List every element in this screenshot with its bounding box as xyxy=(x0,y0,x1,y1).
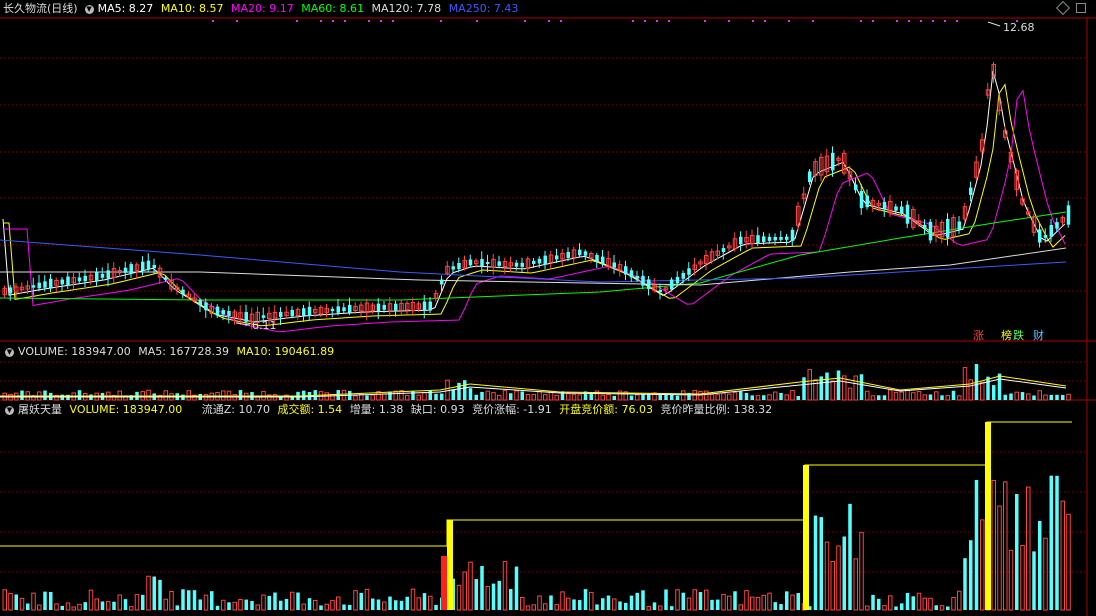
indicator-volume: VOLUME: 183947.00 xyxy=(69,403,183,416)
indicator-auction-ratio: 竞价昨量比例: 138.32 xyxy=(660,403,773,416)
indicator-menu-icon[interactable]: ▼ xyxy=(84,5,94,14)
maximize-icon[interactable] xyxy=(1076,3,1086,13)
indicator-auction-amount: 开盘竞价额: 76.03 xyxy=(559,403,653,416)
indicator-turnover: 成交额: 1.54 xyxy=(277,403,343,416)
stock-title[interactable]: 长久物流(日线) xyxy=(3,2,78,15)
indicator-panel-menu-icon[interactable]: ▼ xyxy=(5,406,14,415)
volume-menu-icon[interactable]: ▼ xyxy=(5,348,14,357)
volume-ma5: MA5: 167728.39 xyxy=(138,345,229,358)
high-price-label: 12.68 xyxy=(1003,21,1035,34)
price-panel-header: 长久物流(日线) ▼ MA5: 8.27 MA10: 8.57 MA20: 9.17… xyxy=(3,0,522,17)
badge-finance[interactable]: 财 xyxy=(1033,329,1044,342)
ma10-label: MA10: 8.57 xyxy=(160,2,224,15)
ma20-label: MA20: 9.17 xyxy=(231,2,294,15)
indicator-bars xyxy=(0,421,1072,611)
moving-average-lines xyxy=(0,71,1067,333)
low-price-label: 6.11 xyxy=(252,319,277,332)
badge-limit-up[interactable]: 涨 xyxy=(973,329,984,342)
badge-limit-down[interactable]: 跌 xyxy=(1013,329,1024,342)
volume-bars xyxy=(0,364,1071,401)
ma5-label: MA5: 8.27 xyxy=(97,2,154,15)
indicator-panel-header: ▼ 屠妖天量 VOLUME: 183947.00 流通Z: 10.70 成交额: … xyxy=(2,401,776,418)
badge-ranking[interactable]: 榜 xyxy=(1001,329,1012,342)
volume-panel-header: ▼ VOLUME: 183947.00 MA5: 167728.39 MA10: … xyxy=(2,343,338,360)
price-annotations xyxy=(212,20,1018,326)
chart-grid xyxy=(0,17,1096,616)
candlestick-series xyxy=(2,61,1071,330)
indicator-gap: 缺口: 0.93 xyxy=(410,403,465,416)
volume-value: VOLUME: 183947.00 xyxy=(18,345,131,358)
ma120-label: MA120: 7.78 xyxy=(371,2,442,15)
indicator-increment: 增量: 1.38 xyxy=(349,403,404,416)
indicator-name[interactable]: 屠妖天量 xyxy=(18,403,62,416)
ma250-label: MA250: 7.43 xyxy=(448,2,519,15)
indicator-float: 流通Z: 10.70 xyxy=(201,403,270,416)
ma60-label: MA60: 8.61 xyxy=(301,2,364,15)
volume-ma10: MA10: 190461.89 xyxy=(236,345,335,358)
stock-chart-canvas[interactable] xyxy=(0,0,1096,616)
indicator-auction-change: 竞价涨幅: -1.91 xyxy=(472,403,552,416)
